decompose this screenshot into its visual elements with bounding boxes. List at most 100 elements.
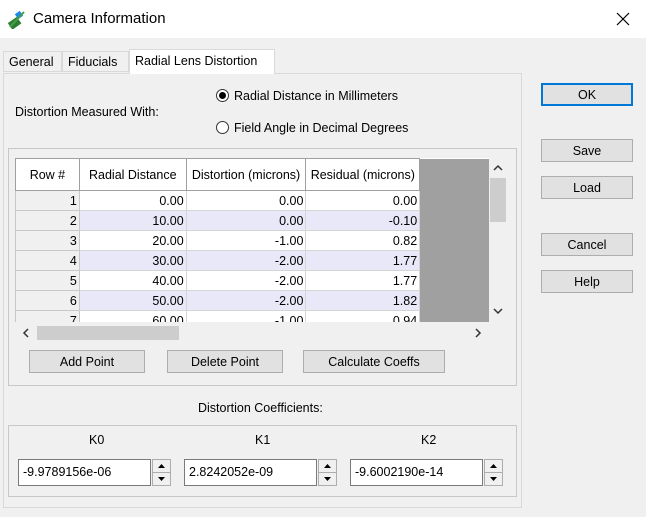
radial-distance-cell[interactable]: 50.00 [78,290,187,311]
calculate-coeffs-label: Calculate Coeffs [328,354,420,369]
row-filler [419,190,489,211]
scroll-right-icon[interactable] [475,328,482,338]
spin-up[interactable] [319,460,336,473]
tab-label: Radial Lens Distortion [135,54,258,68]
k1-spinner[interactable] [318,459,337,486]
spin-down-icon [490,477,497,481]
spin-down[interactable] [319,473,336,485]
row-number: 3 [15,230,80,251]
tab-fiducials[interactable]: Fiducials [62,51,129,72]
radio-selected-dot [219,92,226,99]
table-row[interactable]: 2 10.00 0.00 -0.10 [15,210,489,231]
spin-up-icon [324,464,331,468]
k2-spinner[interactable] [484,459,503,486]
table-row[interactable]: 6 50.00 -2.00 1.82 [15,290,489,311]
table-row[interactable]: 7 60.00 -1.00 0.94 [15,310,489,322]
residual-cell[interactable]: 0.82 [305,230,421,251]
k1-input[interactable]: 2.8242052e-09 [184,459,317,486]
row-number: 7 [15,310,80,322]
distortion-cell[interactable]: -1.00 [185,310,307,322]
ok-button[interactable]: OK [541,83,633,106]
table-row[interactable]: 1 0.00 0.00 0.00 [15,190,489,211]
residual-cell[interactable]: 0.94 [305,310,421,322]
spin-down[interactable] [485,473,502,485]
spin-down-icon [324,477,331,481]
radio-field-angle[interactable] [216,121,229,134]
radio-radial-distance-label[interactable]: Radial Distance in Millimeters [234,89,398,103]
distortion-coefficients-title: Distortion Coefficients: [198,401,323,415]
table-row[interactable]: 3 20.00 -1.00 0.82 [15,230,489,251]
residual-cell[interactable]: -0.10 [305,210,421,231]
header-filler [419,158,489,191]
row-filler [419,310,489,322]
spin-down[interactable] [153,473,170,485]
distortion-cell[interactable]: -2.00 [185,290,307,311]
k2-label: K2 [421,433,437,447]
residual-cell[interactable]: 1.77 [305,270,421,291]
table-row[interactable]: 5 40.00 -2.00 1.77 [15,270,489,291]
table-header-row: Row # Radial Distance Distortion (micron… [15,158,489,191]
horizontal-scrollbar[interactable] [15,322,489,342]
k0-spinner[interactable] [152,459,171,486]
load-label: Load [573,180,601,195]
residual-cell[interactable]: 1.82 [305,290,421,311]
table-row[interactable]: 4 30.00 -2.00 1.77 [15,250,489,271]
cancel-label: Cancel [567,237,607,252]
scroll-down-icon[interactable] [493,308,503,315]
cancel-button[interactable]: Cancel [541,233,633,256]
column-header[interactable]: Residual (microns) [305,158,421,191]
calculate-coeffs-button[interactable]: Calculate Coeffs [303,350,445,373]
help-button[interactable]: Help [541,270,633,293]
radial-distance-cell[interactable]: 30.00 [78,250,187,271]
radial-distance-cell[interactable]: 10.00 [78,210,187,231]
tab-label: General [9,55,54,69]
distortion-cell[interactable]: 0.00 [185,210,307,231]
vertical-scrollbar[interactable] [489,158,506,322]
row-filler [419,210,489,231]
add-point-button[interactable]: Add Point [29,350,145,373]
k2-input[interactable]: -9.6002190e-14 [350,459,483,486]
distortion-cell[interactable]: -1.00 [185,230,307,251]
tab-radial-lens-distortion[interactable]: Radial Lens Distortion [129,49,275,74]
scroll-up-icon[interactable] [493,164,503,171]
row-filler [419,270,489,291]
radio-field-angle-label[interactable]: Field Angle in Decimal Degrees [234,121,408,135]
delete-point-button[interactable]: Delete Point [167,350,283,373]
row-filler [419,290,489,311]
column-header[interactable]: Distortion (microns) [185,158,307,191]
residual-cell[interactable]: 1.77 [305,250,421,271]
radial-distance-cell[interactable]: 0.00 [78,190,187,211]
residual-cell[interactable]: 0.00 [305,190,421,211]
radial-distance-cell[interactable]: 60.00 [78,310,187,322]
k1-label: K1 [255,433,271,447]
row-number: 2 [15,210,80,231]
camera-app-icon [7,10,25,29]
spin-up-icon [490,464,497,468]
close-button[interactable] [600,0,646,38]
column-header[interactable]: Row # [15,158,80,191]
spin-up-icon [158,464,165,468]
distortion-cell[interactable]: -2.00 [185,270,307,291]
distortion-cell[interactable]: -2.00 [185,250,307,271]
delete-point-label: Delete Point [190,354,260,369]
column-header[interactable]: Radial Distance [78,158,187,191]
radial-distance-cell[interactable]: 20.00 [78,230,187,251]
tab-general[interactable]: General [3,51,62,72]
save-button[interactable]: Save [541,139,633,162]
k0-input[interactable]: -9.9789156e-06 [18,459,151,486]
spin-up[interactable] [153,460,170,473]
ok-label: OK [577,87,597,102]
row-number: 1 [15,190,80,211]
scroll-left-icon[interactable] [22,328,29,338]
add-point-label: Add Point [59,354,115,369]
spin-up[interactable] [485,460,502,473]
vertical-scroll-thumb[interactable] [490,178,506,222]
radial-distance-cell[interactable]: 40.00 [78,270,187,291]
horizontal-scroll-thumb[interactable] [37,326,179,340]
distortion-table[interactable]: Row # Radial Distance Distortion (micron… [15,158,489,322]
distortion-cell[interactable]: 0.00 [185,190,307,211]
load-button[interactable]: Load [541,176,633,199]
radio-radial-distance[interactable] [216,89,229,102]
distortion-grid-table: Row # Radial Distance Distortion (micron… [15,158,489,322]
row-filler [419,250,489,271]
